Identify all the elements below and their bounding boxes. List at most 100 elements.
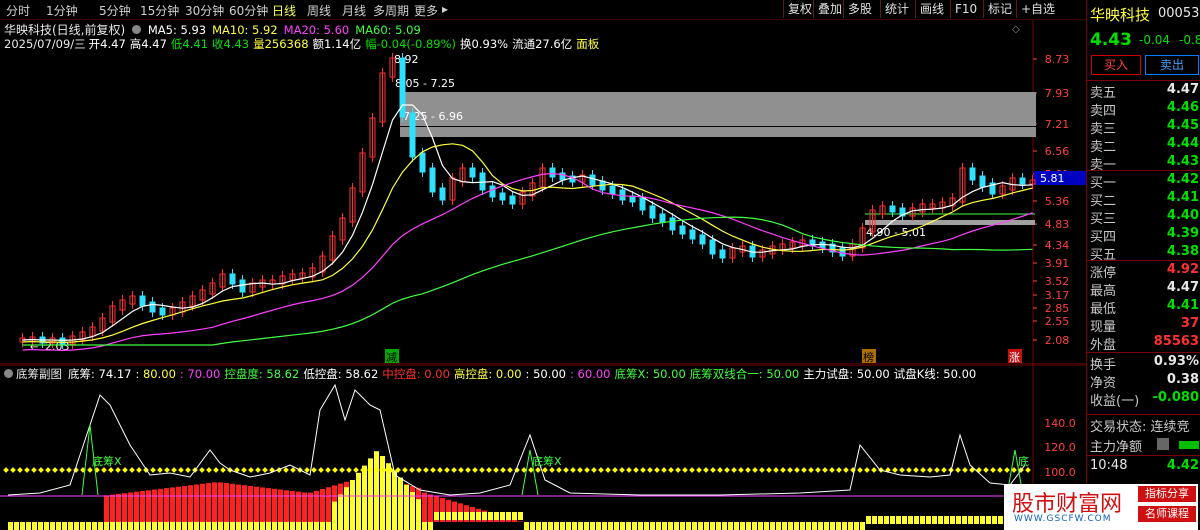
quote-row-stats-0: 涨停 4.92 [1087,262,1200,281]
bar-info-9[interactable]: 面板 [576,37,599,51]
toolbar-button-6[interactable]: 标记 [983,0,1016,18]
quote-row-asks-4: 卖一 4.43 [1087,154,1200,173]
candle-body [139,295,146,307]
sub-yellow-bar [14,522,19,530]
sub-yellow-bar [56,522,61,530]
sub-yellow-bar [176,522,181,530]
sub-indicator-chart[interactable]: 140.0120.0100.080.00底筹X底筹X底 [0,365,1086,530]
sell-button[interactable]: 卖出 [1145,55,1199,75]
buy-button[interactable]: 买入 [1091,55,1141,75]
sub-yellow-bar [320,522,325,530]
trade-status: 交易状态: 连续竞 [1090,420,1190,435]
sub-yellow-bar [830,522,835,530]
sub-yellow-bar [986,516,991,524]
sub-red-bar [242,485,247,522]
sub-yellow-bar [284,522,289,530]
toolbar-button-5[interactable]: F10 [950,0,983,18]
quote-row-stats-4: 外盘 85563 [1087,334,1200,353]
sub-yellow-bar [866,516,871,524]
price-axis-label: 8.73 [1045,53,1070,66]
period-tab-9[interactable]: 多周期 [373,2,409,19]
candle-body [659,213,666,223]
sub-mark-2: 底 [1018,454,1029,468]
sub-chart-header: 底筹副图 底筹: 74.17: 80.00: 70.00 控盘度: 58.62 低控盘… [4,366,980,382]
sub-yellow-bar [290,522,295,530]
candle-body [709,239,716,255]
sub-yellow-bar [206,522,211,530]
quote-label: 买五 [1090,248,1117,263]
quote-row-stats-2: 最低 4.41 [1087,298,1200,317]
sub-red-bar [122,493,127,522]
watermark-logo: 股市财富网 指标分享 名师课程 WWW.GSCFW.COM [1004,484,1198,530]
sub-yellow-bar [278,522,283,530]
sub-settings-icon[interactable] [4,369,13,378]
quote-value: -0.080 [1152,390,1199,405]
period-tab-4[interactable]: 30分钟 [185,2,224,19]
toolbar-button-4[interactable]: 画线 [915,0,950,18]
period-tab-6[interactable]: 日线 [272,2,296,19]
sub-legend-6: 高控盘: 0.00 [453,367,522,381]
quote-value: 4.39 [1166,226,1199,241]
period-tab-0[interactable]: 分时 [6,2,30,19]
sub-yellow-bar [980,516,985,524]
ma-legend-3: MA60: 5.09 [355,23,421,37]
quote-value: 4.45 [1166,118,1199,133]
period-tab-1[interactable]: 1分钟 [46,2,78,19]
sub-legend-12: 试盘K线: 50.00 [893,367,977,381]
sub-yellow-bar [326,522,331,530]
sub-yellow-bar [80,522,85,530]
toolbar-button-0[interactable]: 复权 [783,0,813,18]
sub-yellow-bar [152,522,157,530]
sub-yellow-bar [938,516,943,524]
sub-yellow-bar [944,516,949,524]
sub-yellow-bar [488,512,493,520]
main-net-icon[interactable] [1157,438,1169,450]
sub-yellow-bar [200,522,205,530]
sub-yellow-bar [542,522,547,530]
sub-red-bar [518,521,523,522]
sub-yellow-bar [518,512,523,520]
quote-value: 37 [1180,316,1199,331]
period-tab-5[interactable]: 60分钟 [229,2,268,19]
panel-separator [1087,414,1200,415]
sub-yellow-bar [908,516,913,524]
more-arrow-icon[interactable]: ▸ [442,2,448,16]
sub-yellow-bar [164,522,169,530]
sub-yellow-bar [578,522,583,530]
sub-red-bar [158,488,163,522]
toolbar-button-1[interactable]: 叠加 [813,0,843,18]
toolbar-button-2[interactable]: 多股 [843,0,880,18]
sub-yellow-bar [998,516,1003,524]
sub-yellow-bar [884,516,889,524]
settings-circle-icon[interactable] [132,25,142,34]
quote-row-stats2-2: 收益(一) -0.080 [1087,390,1200,409]
period-tab-8[interactable]: 月线 [342,2,366,19]
toolbar-button-3[interactable]: 统计 [880,0,915,18]
sub-yellow-bar [848,522,853,530]
toolbar-button-7[interactable]: +自选 [1016,0,1055,18]
candle-body [979,175,986,188]
sub-yellow-bar [734,522,739,530]
sub-yellow-bar [158,522,163,530]
period-tab-10[interactable]: 更多 [414,2,438,19]
period-tab-7[interactable]: 周线 [307,2,331,19]
candlestick-chart[interactable]: 8.73 7.93 7.21 6.56 5.81 5.36 4.83 4.34 3.91 3.52… [0,20,1086,365]
sub-legend-11: 主力试盘: 50.00 [803,367,890,381]
quote-label: 换手 [1090,358,1117,373]
sub-yellow-bar [566,522,571,530]
sub-axis-label: 100.0 [1044,466,1076,479]
sub-yellow-bar [344,487,349,530]
period-tab-3[interactable]: 15分钟 [140,2,179,19]
sub-yellow-bar [794,522,799,530]
candle-body [839,247,846,257]
sub-yellow-bar [350,480,355,530]
sub-red-bar [320,489,325,522]
stock-change: -0.04 [1139,33,1171,47]
sub-yellow-bar [608,522,613,530]
sub-legend-8: : 60.00 [570,367,611,381]
sub-mark-1: 底筹X [532,454,562,468]
period-tab-2[interactable]: 5分钟 [99,2,131,19]
candle-body [679,225,686,235]
chart-header-row2: 2025/07/09/三 开4.47 高4.47 低4.41 收4.43 量256368 额… [4,36,603,52]
sub-yellow-bar [512,512,517,520]
